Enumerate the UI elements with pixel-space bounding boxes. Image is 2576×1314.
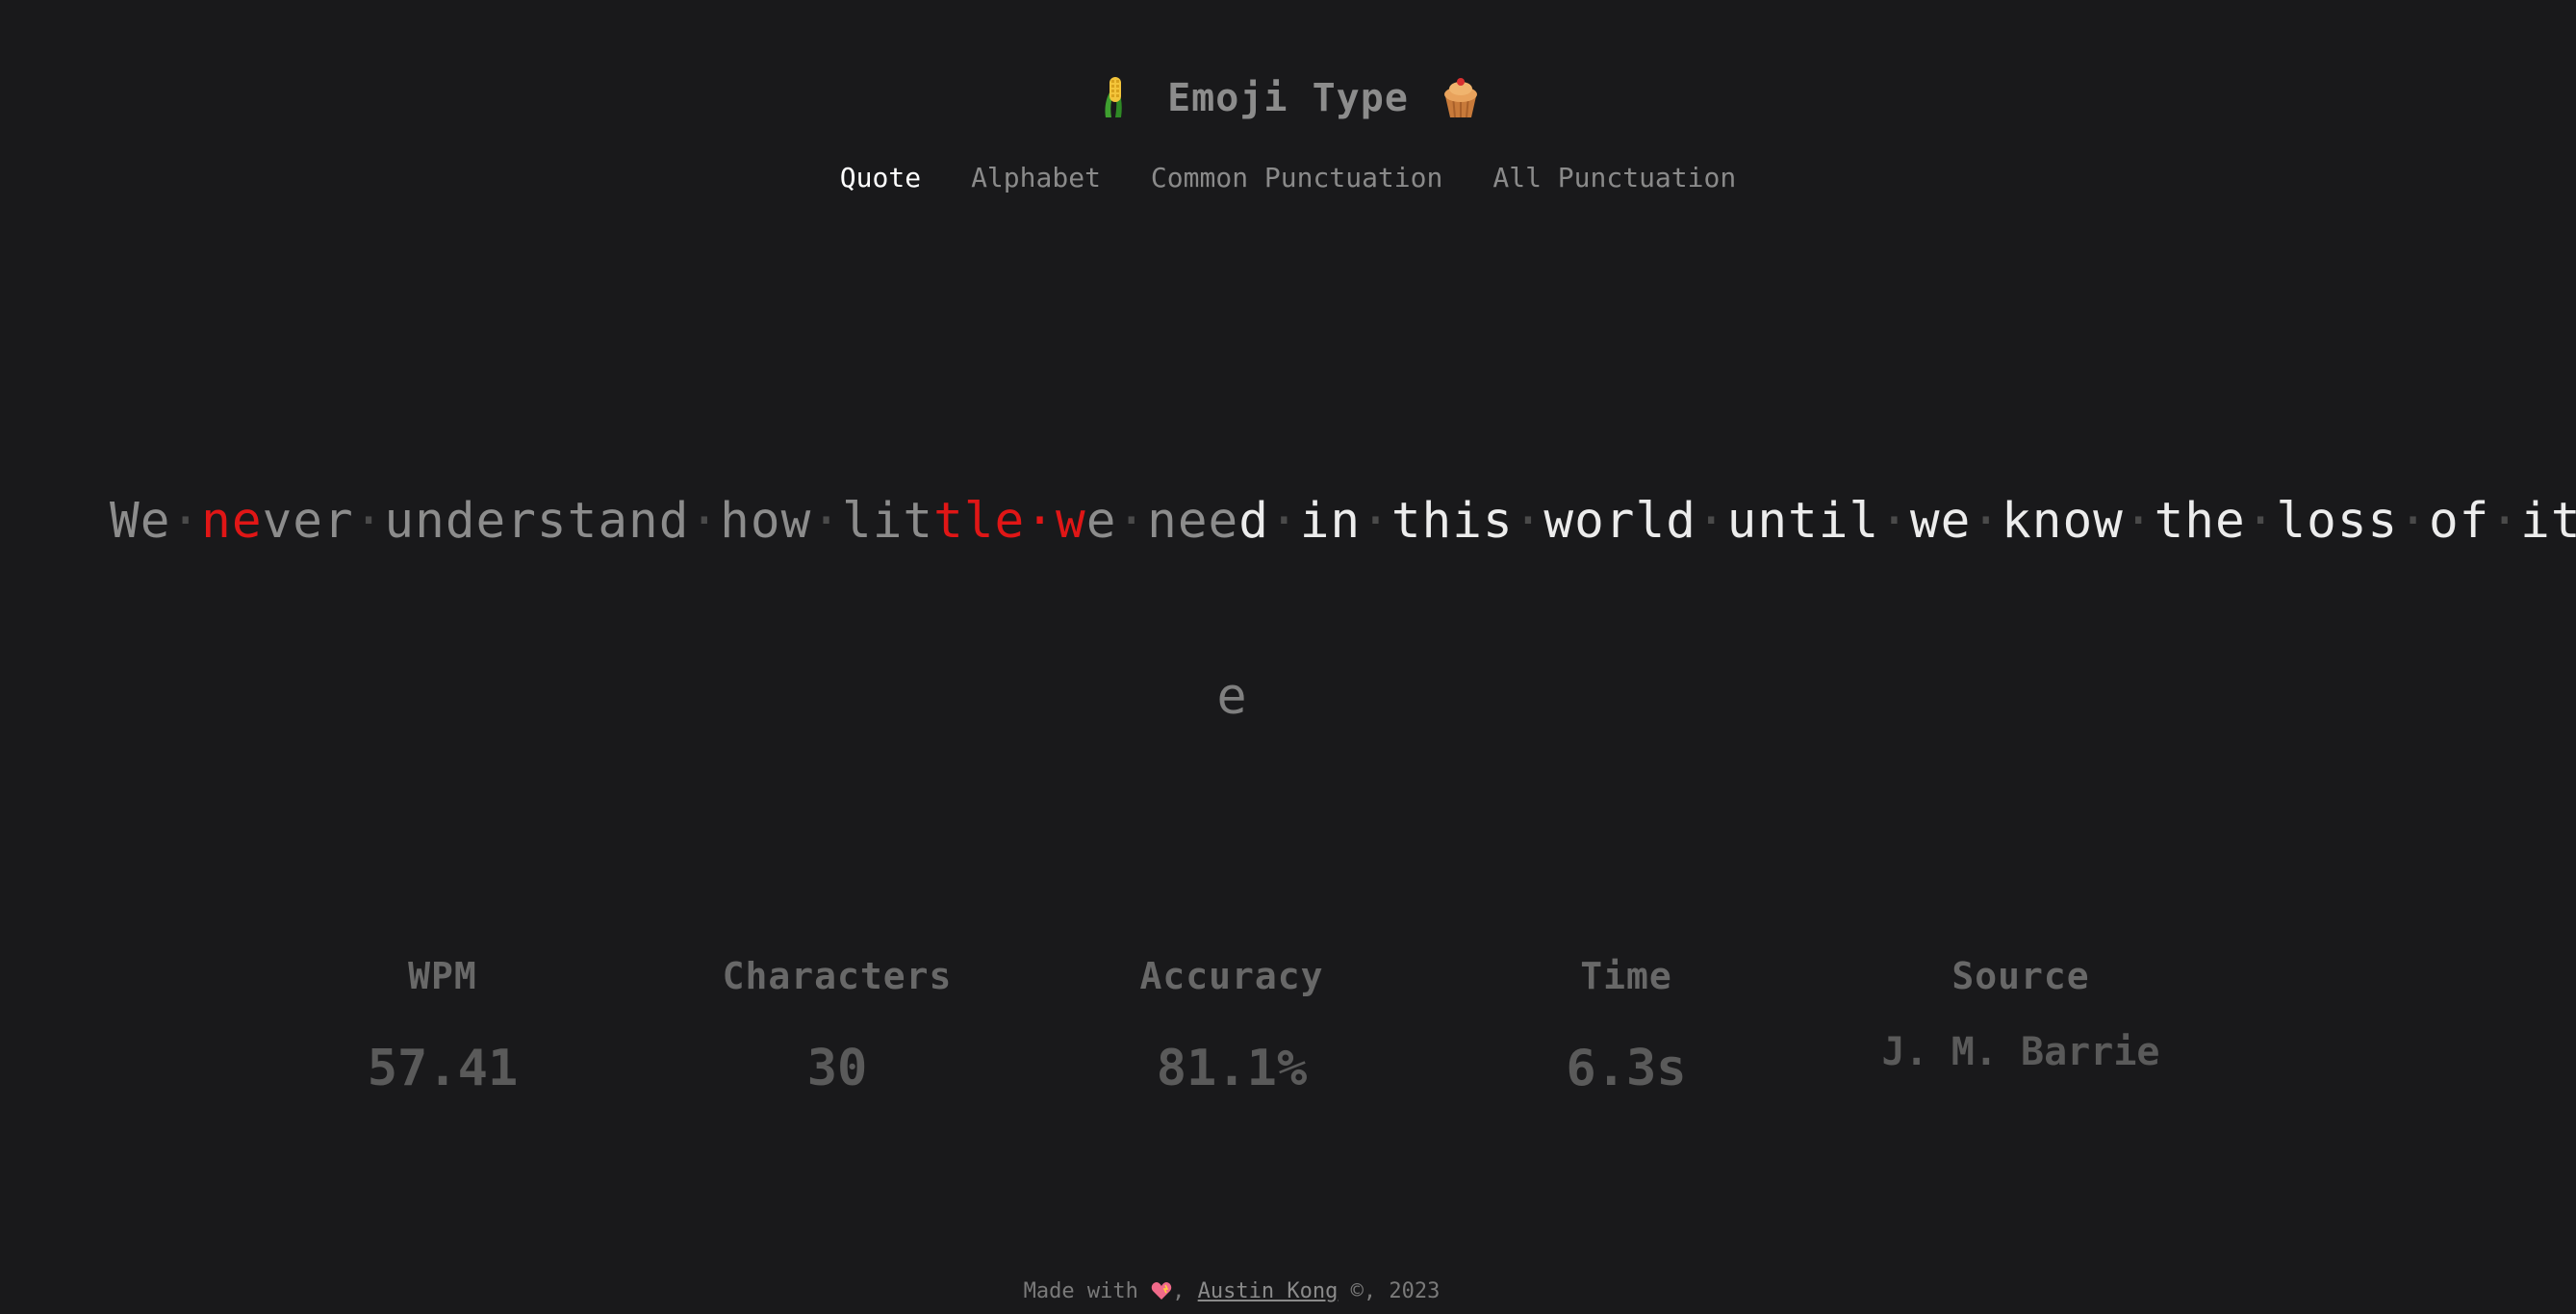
space-dot: ·	[2489, 493, 2521, 550]
author-link[interactable]: Austin Kong	[1198, 1279, 1339, 1303]
space-dot: ·	[353, 493, 385, 550]
stat-label: WPM	[408, 955, 477, 997]
typed-chars: lit	[842, 493, 934, 550]
typed-word: how	[720, 493, 812, 550]
tab-quote[interactable]: Quote	[840, 162, 921, 193]
space-dot: ·	[689, 493, 721, 550]
typed-word: understand	[384, 493, 690, 550]
heart-icon	[1151, 1281, 1172, 1301]
remaining-word: this	[1390, 493, 1514, 550]
space-dot: ·	[2123, 493, 2155, 550]
space-dot: ·	[1268, 493, 1300, 550]
stat-label: Accuracy	[1139, 955, 1324, 997]
typed-chars: ver	[262, 493, 354, 550]
stat-label: Characters	[722, 955, 953, 997]
space-dot: ·	[811, 493, 843, 550]
stat-value: 30	[806, 1040, 868, 1097]
remaining-word: we	[1909, 493, 1972, 550]
remaining-word: it	[2520, 493, 2576, 550]
app-title: Emoji Type	[1167, 76, 1409, 120]
stat-value: 6.3s	[1566, 1040, 1687, 1097]
space-dot: ·	[2245, 493, 2277, 550]
remaining-word: the	[2154, 493, 2246, 550]
stat-value: J. M. Barrie	[1881, 1030, 2160, 1074]
cursor-char: d	[1238, 493, 1269, 550]
space-dot: ·	[1879, 493, 1910, 550]
page: Emoji Type Quote Alphabet Common Punctua…	[0, 0, 2576, 1314]
header: Emoji Type	[0, 75, 2576, 121]
stat-characters: Characters 30	[645, 955, 1030, 1097]
error-chars: tle	[933, 493, 1026, 550]
remaining-word: loss	[2276, 493, 2399, 550]
stat-accuracy: Accuracy 81.1%	[1039, 955, 1424, 1097]
space-dot: ·	[1116, 493, 1148, 550]
stat-wpm: WPM 57.41	[250, 955, 635, 1097]
remaining-word: until	[1726, 493, 1880, 550]
remaining-word: world	[1543, 493, 1696, 550]
error-chars: w	[1055, 493, 1086, 550]
stat-label: Time	[1580, 955, 1672, 997]
stat-time: Time 6.3s	[1434, 955, 1819, 1097]
mode-tabs: Quote Alphabet Common Punctuation All Pu…	[0, 162, 2576, 193]
space-dot: ·	[1696, 493, 1727, 550]
footer-suffix: ©, 2023	[1350, 1279, 1441, 1303]
remaining-word: in	[1299, 493, 1362, 550]
footer: Made with , Austin Kong ©, 2023	[1023, 1279, 1441, 1303]
stat-source: Source J. M. Barrie	[1828, 955, 2213, 1074]
tab-alphabet[interactable]: Alphabet	[971, 162, 1101, 193]
cupcake-icon	[1441, 75, 1480, 121]
remaining-word: of	[2428, 493, 2490, 550]
space-dot: ·	[2398, 493, 2429, 550]
remaining-word: know	[2002, 493, 2124, 550]
stat-value: 57.41	[367, 1040, 519, 1097]
corn-icon	[1096, 75, 1135, 121]
typed-preview: e	[1216, 668, 1247, 726]
typed-chars: e	[1085, 493, 1117, 550]
space-dot: ·	[170, 493, 202, 550]
quote-text[interactable]: We·never·understand·how·little·we·need·i…	[110, 493, 2576, 550]
space-dot-error: ·	[1025, 493, 1056, 550]
space-dot: ·	[1971, 493, 2002, 550]
footer-text: Made with	[1023, 1279, 1138, 1303]
typed-chars: nee	[1147, 493, 1239, 550]
error-chars: ne	[201, 493, 263, 550]
typed-word: We	[110, 493, 171, 550]
stat-label: Source	[1951, 955, 2090, 997]
space-dot: ·	[1361, 493, 1391, 550]
tab-common-punctuation[interactable]: Common Punctuation	[1151, 162, 1442, 193]
space-dot: ·	[1513, 493, 1544, 550]
stat-value: 81.1%	[1156, 1040, 1308, 1097]
tab-all-punctuation[interactable]: All Punctuation	[1492, 162, 1736, 193]
